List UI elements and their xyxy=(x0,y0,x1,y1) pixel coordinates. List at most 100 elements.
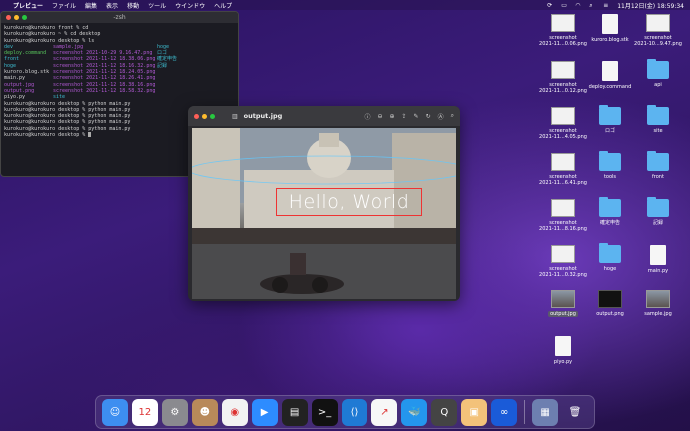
terminal-titlebar[interactable]: -zsh xyxy=(1,12,238,23)
docker-icon[interactable]: 🐳 xyxy=(401,398,428,426)
zoom-out-icon[interactable]: ⊖ xyxy=(377,113,382,120)
desktop-item[interactable]: sample.jpg xyxy=(634,290,682,317)
desktop-item[interactable]: output.jpg xyxy=(539,290,587,317)
menu-go[interactable]: 移動 xyxy=(127,1,139,10)
file-icon xyxy=(551,107,575,125)
folder-icon xyxy=(647,59,669,79)
desktop-item[interactable]: front xyxy=(634,151,682,180)
desktop-item[interactable]: kuroro.blog.stk xyxy=(586,14,634,43)
desktop-item-label: screenshot 2021-10...9.47.png xyxy=(634,35,682,47)
menu-file[interactable]: ファイル xyxy=(52,1,76,10)
close-button[interactable] xyxy=(194,113,199,119)
share-icon[interactable]: ⇪ xyxy=(402,113,407,120)
desktop-item[interactable]: screenshot 2021-11...4.05.png xyxy=(539,107,587,140)
close-button[interactable] xyxy=(6,15,11,20)
desktop-item[interactable]: 確定申告 xyxy=(586,197,634,226)
activity-monitor-icon[interactable]: ▤ xyxy=(281,398,308,426)
folder-icon xyxy=(647,151,669,171)
file-icon xyxy=(551,290,575,308)
menu-bar: プレビュー ファイル 編集 表示 移動 ツール ウインドウ ヘルプ ⟳ ▭ ◠ … xyxy=(0,0,690,10)
finder-icon[interactable]: ☺ xyxy=(102,398,128,426)
desktop-item[interactable]: api xyxy=(634,59,682,88)
desktop-item-label: 確定申告 xyxy=(599,220,620,226)
desktop-item[interactable]: tools xyxy=(586,151,634,180)
menu-help[interactable]: ヘルプ xyxy=(214,1,232,10)
zoom-button[interactable] xyxy=(210,113,215,119)
folder-icon xyxy=(647,105,669,125)
desktop-item[interactable]: screenshot 2021-11...0.12.png xyxy=(539,61,587,94)
desktop-item-label: screenshot 2021-11...0.12.png xyxy=(539,82,587,94)
desktop-item-label: 記録 xyxy=(652,220,663,226)
desktop-item[interactable]: site xyxy=(634,105,682,134)
search-icon[interactable]: ⌕ xyxy=(589,2,597,9)
sync-icon[interactable]: ⟳ xyxy=(547,2,555,9)
preview-filename: output.jpg xyxy=(243,112,283,120)
menu-tools[interactable]: ツール xyxy=(148,1,166,10)
file-icon xyxy=(646,290,670,308)
desktop-item-label: main.py xyxy=(647,268,669,274)
trash-icon[interactable]: 🗑 xyxy=(562,399,588,426)
calendar-icon[interactable]: 12 xyxy=(131,398,158,426)
desktop-item[interactable]: screenshot 2021-10...9.47.png xyxy=(634,14,682,47)
desktop-item[interactable]: 記録 xyxy=(634,197,682,226)
rotate-icon[interactable]: ↻ xyxy=(426,113,431,120)
desktop-item[interactable]: main.py xyxy=(634,245,682,274)
desktop-item[interactable]: screenshot 2021-11...0.06.png xyxy=(539,14,587,47)
desktop-item[interactable]: piyo.py xyxy=(539,336,587,365)
desktop-item[interactable]: ロゴ xyxy=(586,105,634,134)
zoom-button[interactable] xyxy=(22,15,27,20)
markup-icon[interactable]: ✎ xyxy=(414,113,419,120)
wifi-icon[interactable]: ◠ xyxy=(575,2,583,9)
desktop-item[interactable]: screenshot 2021-11...0.32.png xyxy=(539,245,587,278)
desktop-item-label: screenshot 2021-11...6.41.png xyxy=(539,174,587,186)
app-orange-icon[interactable]: ↗ xyxy=(371,398,398,426)
desktop-item[interactable]: screenshot 2021-11...6.41.png xyxy=(539,153,587,186)
system-preferences-icon[interactable]: ⚙ xyxy=(161,398,188,426)
preview-icon[interactable]: ▣ xyxy=(461,398,488,426)
desktop-item[interactable]: output.png xyxy=(586,290,634,317)
contacts-icon[interactable]: ☻ xyxy=(191,398,218,426)
menu-edit[interactable]: 編集 xyxy=(85,1,97,10)
terminal-title: -zsh xyxy=(113,14,126,21)
desktop-item-label: screenshot 2021-11...4.05.png xyxy=(539,128,587,140)
menu-view[interactable]: 表示 xyxy=(106,1,118,10)
search-icon[interactable]: ⌕ xyxy=(451,112,454,120)
desktop-item[interactable]: deploy.command xyxy=(586,61,634,90)
menubar-clock[interactable]: 11月12日(金) 18:59:34 xyxy=(617,1,684,10)
folder-icon xyxy=(599,151,621,171)
desktop-item[interactable]: screenshot 2021-11...8.16.png xyxy=(539,199,587,232)
menu-app[interactable]: プレビュー xyxy=(13,1,43,10)
desktop-item-label: kuroro.blog.stk xyxy=(591,37,629,43)
battery-icon[interactable]: ▭ xyxy=(561,2,569,9)
file-icon xyxy=(555,336,571,356)
infinity-icon[interactable]: ∞ xyxy=(491,398,518,426)
chrome-icon[interactable]: ◉ xyxy=(221,398,248,426)
control-center-icon[interactable]: ≡ xyxy=(603,2,611,9)
vscode-icon[interactable]: ⟨⟩ xyxy=(341,398,368,426)
desktop-item-label: piyo.py xyxy=(553,359,573,365)
terminal-icon[interactable]: >_ xyxy=(311,398,338,426)
zoom-icon[interactable]: ▶ xyxy=(251,398,278,426)
info-icon[interactable]: ⓘ xyxy=(364,112,370,121)
downloads-icon[interactable]: ▦ xyxy=(532,398,559,426)
preview-toolbar: ▥ output.jpg ⓘ ⊖ ⊕ ⇪ ✎ ↻ Ⓐ ⌕ xyxy=(188,106,460,126)
file-icon xyxy=(650,245,666,265)
file-icon xyxy=(598,290,622,308)
quicktime-icon[interactable]: Q xyxy=(431,398,458,426)
folder-icon xyxy=(599,243,621,263)
desktop-item-label: hoge xyxy=(603,266,617,272)
dock: ☺ 12 ⚙ ☻ ◉ ▶ ▤ >_ ⟨⟩ ↗ 🐳 Q ▣ ∞ ▦ 🗑 xyxy=(95,395,595,429)
annotate-icon[interactable]: Ⓐ xyxy=(438,112,444,121)
file-icon xyxy=(551,245,575,263)
preview-image: Hello, World xyxy=(192,128,456,299)
desktop-item[interactable]: hoge xyxy=(586,243,634,272)
minimize-button[interactable] xyxy=(202,113,207,119)
desktop-item-label: front xyxy=(652,174,664,180)
minimize-button[interactable] xyxy=(14,15,19,20)
hello-world-overlay: Hello, World xyxy=(276,188,422,216)
sidebar-toggle-icon[interactable]: ▥ xyxy=(232,113,238,120)
menu-window[interactable]: ウインドウ xyxy=(175,1,205,10)
desktop-item-label: sample.jpg xyxy=(644,311,672,317)
zoom-in-icon[interactable]: ⊕ xyxy=(389,113,394,120)
desktop-item-label: screenshot 2021-11...0.06.png xyxy=(539,35,587,47)
